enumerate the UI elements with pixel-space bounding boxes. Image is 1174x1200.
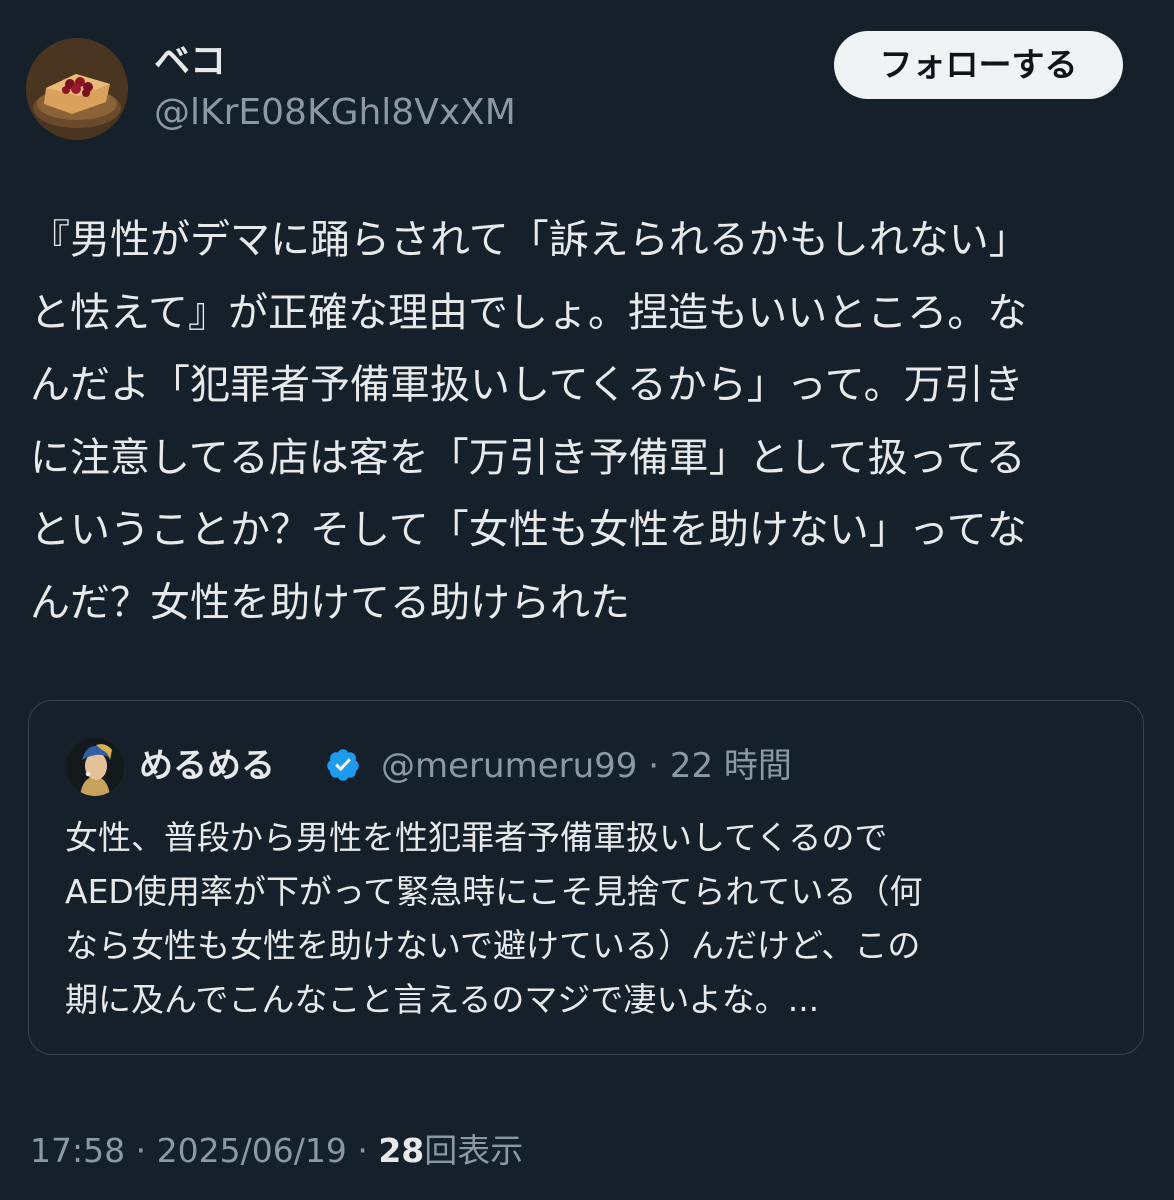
quoted-time: 22 時間: [669, 746, 792, 786]
quoted-tweet-card[interactable]: めるめる @merumeru99 · 22 時間 女性、普段から男性を性犯罪者予…: [28, 700, 1144, 1055]
quoted-display-name[interactable]: めるめる: [139, 742, 275, 790]
views-label: 回表示: [424, 1131, 524, 1170]
toast-with-jam-avatar-icon: [26, 38, 128, 140]
tweet-date[interactable]: 2025/06/19: [157, 1131, 347, 1170]
verified-badge-icon: [327, 749, 359, 781]
footer-separator: ·: [357, 1131, 368, 1170]
tweet-text: 『男性がデマに踊らされて「訴えられるかもしれない」 と怯えて』が正確な理由でしょ…: [30, 217, 1029, 626]
views-count: 28: [378, 1131, 425, 1170]
footer-separator: ·: [135, 1131, 147, 1170]
quoted-author-avatar[interactable]: [66, 738, 124, 796]
girl-with-pearl-earring-avatar-icon: [66, 738, 124, 796]
author-handle[interactable]: @lKrE08KGhl8VxXM: [154, 88, 516, 138]
author-display-name[interactable]: ベコ: [154, 38, 226, 86]
quoted-handle[interactable]: @merumeru99: [381, 746, 637, 786]
tweet-footer-meta: 17:58 · 2025/06/19 · 28回表示: [30, 1126, 523, 1176]
quoted-tweet-text: 女性、普段から男性を性犯罪者予備軍扱いしてくるので AED使用率が下がって緊急時…: [65, 818, 923, 1019]
tweet-time[interactable]: 17:58: [30, 1131, 125, 1170]
quoted-meta: @merumeru99 · 22 時間: [381, 742, 792, 790]
author-avatar[interactable]: [26, 38, 128, 140]
meta-separator: ·: [648, 746, 660, 786]
follow-button[interactable]: フォローする: [834, 31, 1123, 99]
